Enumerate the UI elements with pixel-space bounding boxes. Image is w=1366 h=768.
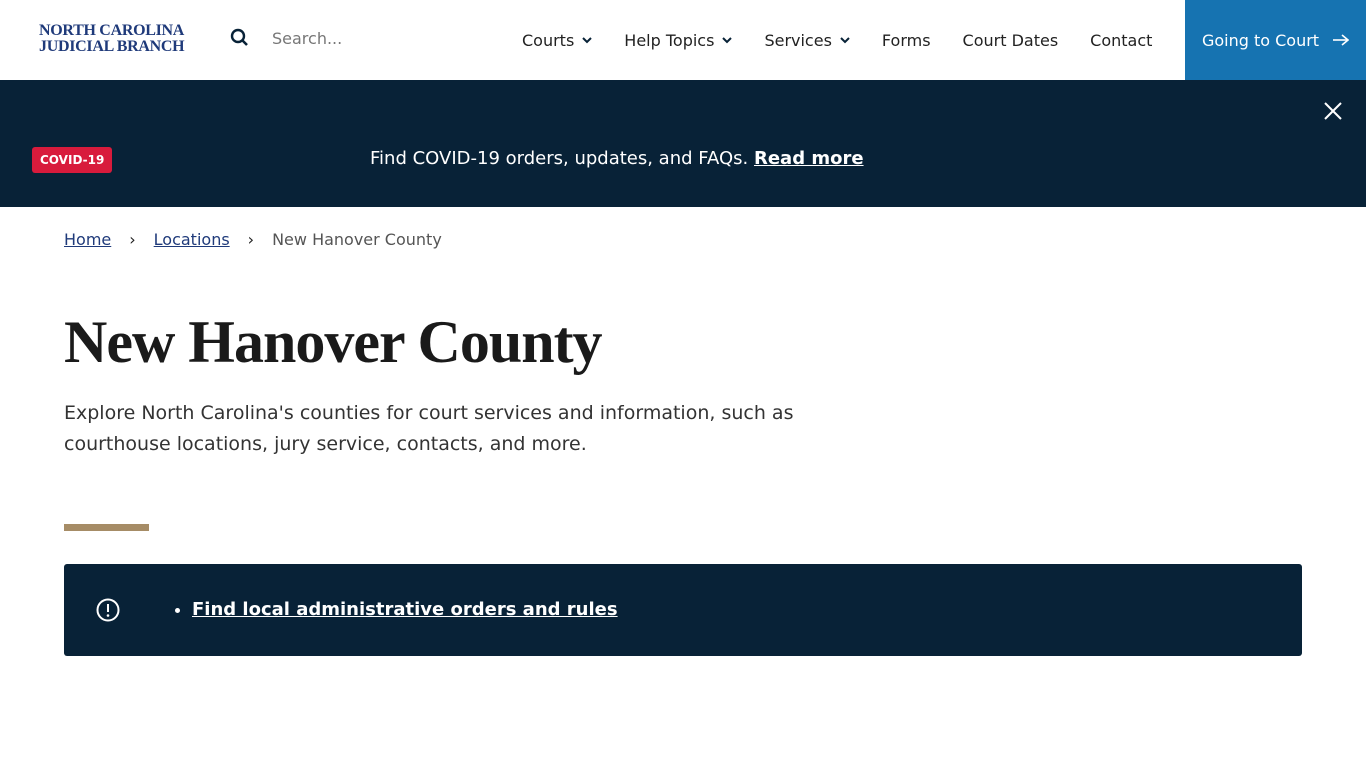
nav-contact[interactable]: Contact xyxy=(1090,31,1152,50)
search xyxy=(230,28,472,48)
nav-help-topics[interactable]: Help Topics xyxy=(624,31,733,50)
alert-icon xyxy=(96,598,120,622)
chevron-down-icon xyxy=(582,36,593,43)
page-title: New Hanover County xyxy=(64,309,603,375)
breadcrumb-current: New Hanover County xyxy=(272,230,442,249)
nav-court-dates[interactable]: Court Dates xyxy=(963,31,1059,50)
list-item: Find local administrative orders and rul… xyxy=(192,599,618,620)
banner-message: Find COVID-19 orders, updates, and FAQs.… xyxy=(370,148,864,169)
arrow-right-icon xyxy=(1333,34,1350,46)
site-header: NORTH CAROLINAJUDICIAL BRANCH Courts Hel… xyxy=(0,0,1366,80)
chevron-right-icon: › xyxy=(247,230,255,249)
nav-forms[interactable]: Forms xyxy=(882,31,931,50)
search-input[interactable] xyxy=(272,28,472,48)
breadcrumb-home[interactable]: Home xyxy=(64,230,111,249)
alert-box: Find local administrative orders and rul… xyxy=(64,564,1302,656)
covid-banner: COVID-19 Find COVID-19 orders, updates, … xyxy=(0,80,1366,207)
chevron-right-icon: › xyxy=(129,230,136,249)
divider xyxy=(64,524,149,531)
going-to-court-button[interactable]: Going to Court xyxy=(1185,0,1366,80)
nav-services[interactable]: Services xyxy=(764,31,850,50)
search-icon[interactable] xyxy=(230,28,250,48)
page-lead: Explore North Carolina's counties for co… xyxy=(64,402,794,455)
alert-list: Find local administrative orders and rul… xyxy=(192,599,618,620)
read-more-link[interactable]: Read more xyxy=(754,148,864,169)
nav-courts[interactable]: Courts xyxy=(522,31,593,50)
logo[interactable]: NORTH CAROLINA JUDICIAL BRANCH xyxy=(39,23,185,55)
covid-badge: COVID-19 xyxy=(32,147,113,173)
breadcrumb: Home › Locations › New Hanover County xyxy=(64,230,442,249)
chevron-down-icon xyxy=(840,36,850,43)
admin-orders-link[interactable]: Find local administrative orders and rul… xyxy=(192,599,618,620)
main-nav: Courts Help Topics Services Forms Court … xyxy=(522,0,1184,80)
chevron-down-icon xyxy=(722,36,733,43)
close-icon[interactable] xyxy=(1324,102,1342,120)
breadcrumb-locations[interactable]: Locations xyxy=(154,230,230,249)
